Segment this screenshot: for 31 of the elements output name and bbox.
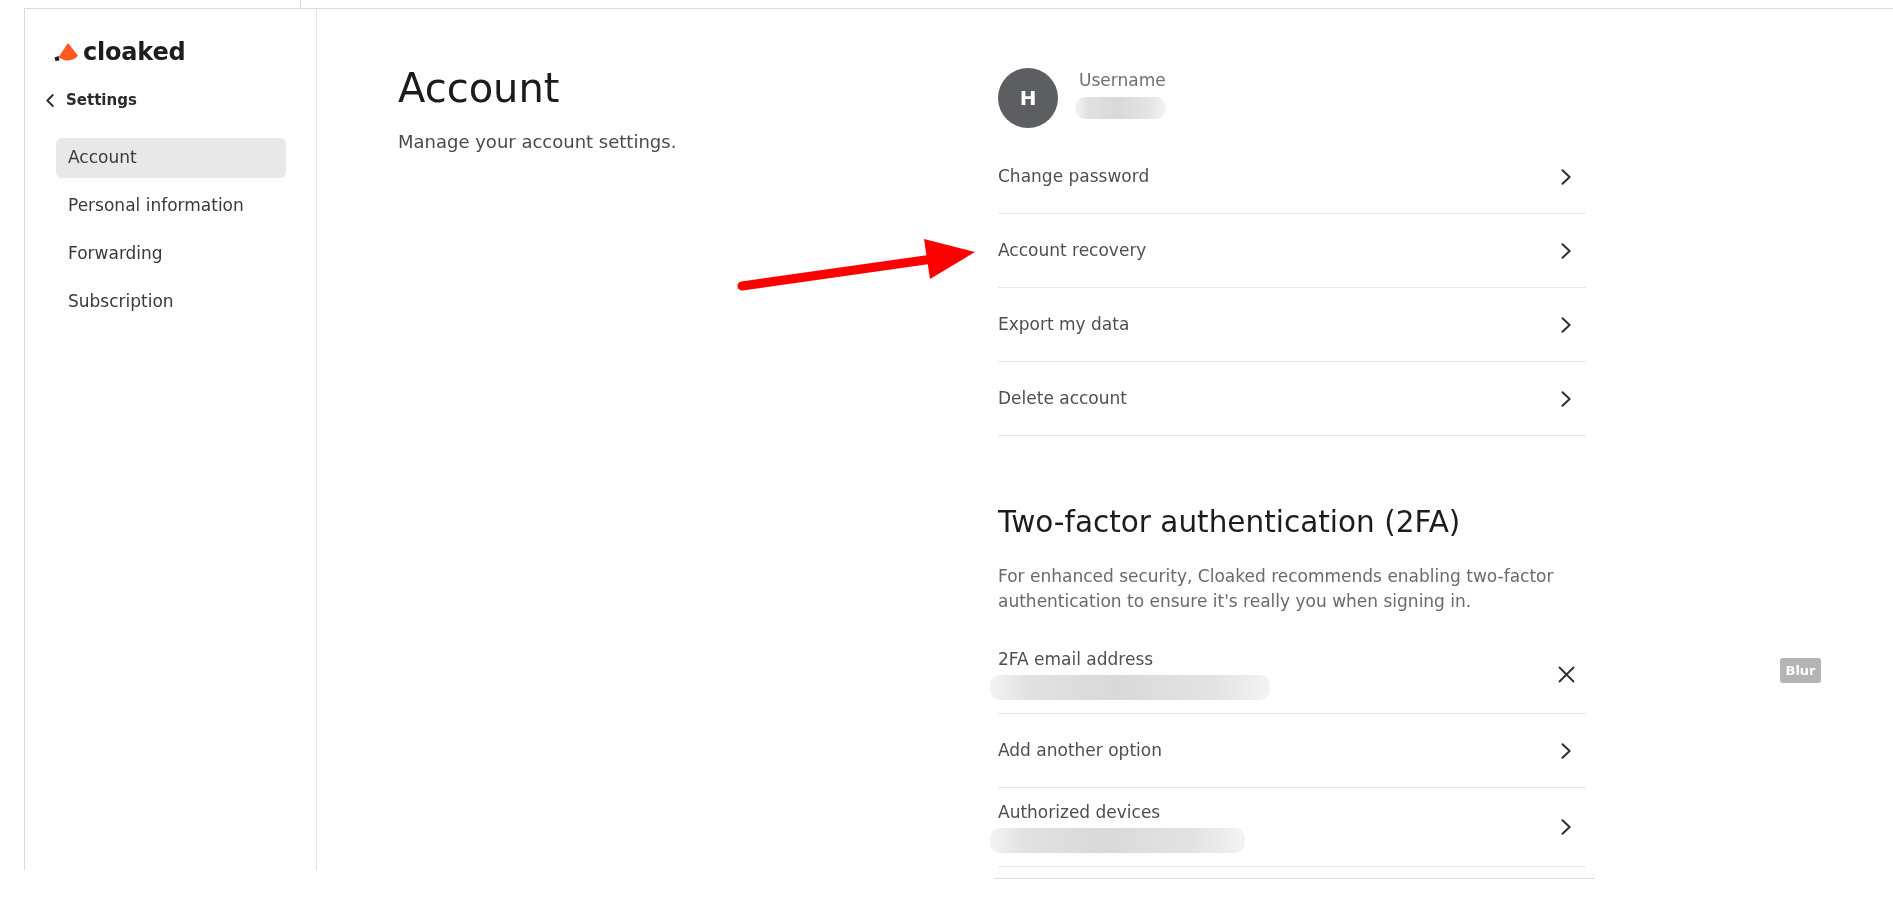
chevron-right-icon xyxy=(1561,316,1571,333)
settings-row[interactable]: Export my data xyxy=(998,288,1586,362)
chevron-right-icon xyxy=(1561,168,1571,185)
back-button[interactable]: Settings xyxy=(46,88,137,112)
chevron-right-icon xyxy=(1561,819,1571,835)
section-title: Two-factor authentication (2FA) xyxy=(998,505,1462,539)
close-icon xyxy=(1558,665,1575,683)
chevron-left-icon xyxy=(46,93,54,107)
row-label: 2FA email address xyxy=(998,648,1155,670)
logo-icon xyxy=(54,43,78,61)
blur-tag: Blur xyxy=(1780,658,1821,683)
settings-row[interactable]: Account recovery xyxy=(998,214,1586,288)
section-description: For enhanced security, Cloaked recommends enabling two-factor authentication to ensure it's really you when signing in. xyxy=(998,565,1555,613)
sidebar-item[interactable]: Subscription xyxy=(56,282,286,322)
sidebar-item[interactable]: Account xyxy=(56,138,286,178)
settings-row[interactable]: Delete account xyxy=(998,362,1586,436)
settings-row[interactable]: Change password xyxy=(998,140,1586,214)
remove-button[interactable] xyxy=(1558,665,1575,683)
settings-row[interactable]: Add another option xyxy=(998,714,1586,788)
settings-row[interactable]: Authorized devices xyxy=(998,788,1586,867)
username-label: Username xyxy=(1079,69,1166,92)
sidebar-item[interactable]: Forwarding xyxy=(56,234,286,274)
brand-name: cloaked xyxy=(83,37,186,67)
chevron-right-icon xyxy=(1561,242,1571,259)
avatar: H xyxy=(998,68,1058,128)
page-title: Account xyxy=(398,64,561,112)
page-subtitle: Manage your account settings. xyxy=(398,130,678,154)
chevron-right-icon xyxy=(1561,390,1571,407)
row-label: Authorized devices xyxy=(998,801,1162,823)
chevron-right-icon xyxy=(1561,742,1571,759)
sidebar-item[interactable]: Personal information xyxy=(56,186,286,226)
